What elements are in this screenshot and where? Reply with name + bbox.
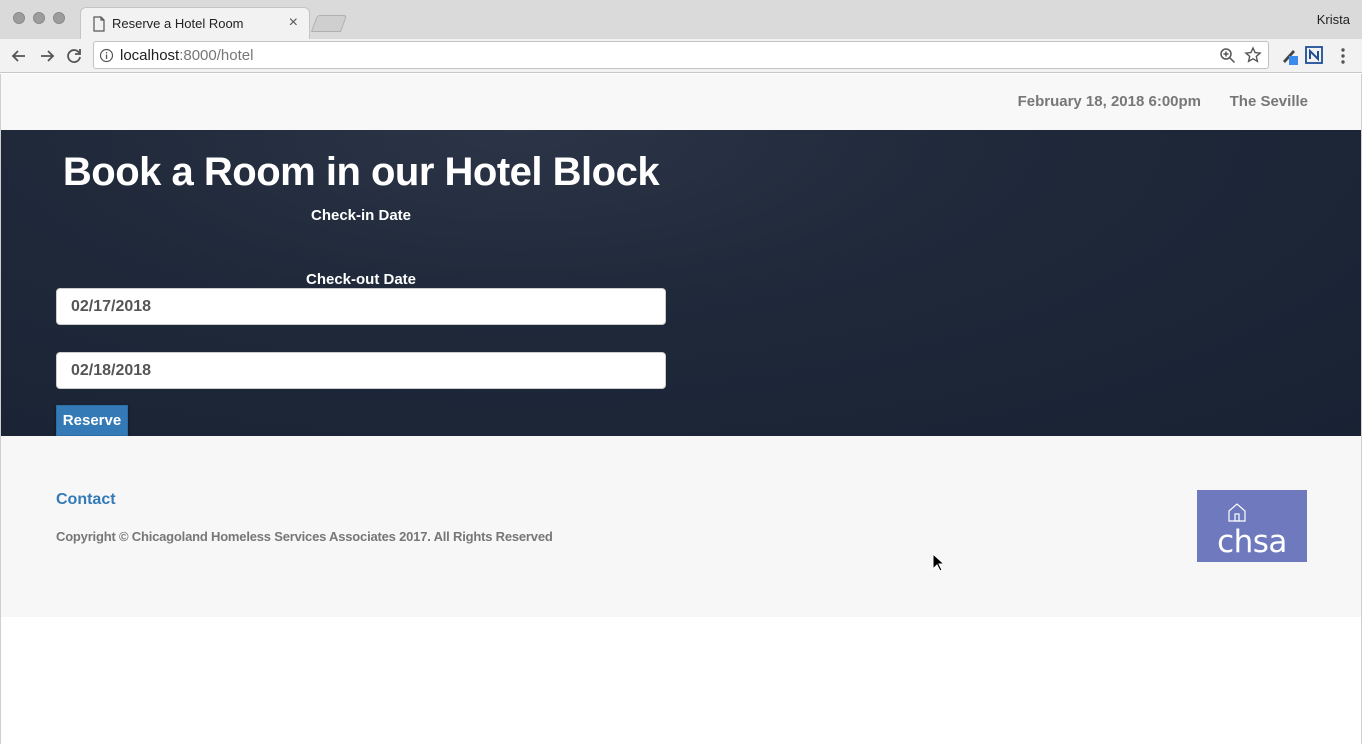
reload-icon[interactable] — [63, 45, 85, 67]
profile-name[interactable]: Krista — [1317, 12, 1350, 27]
extension-n-icon[interactable] — [1305, 46, 1323, 64]
checkin-label: Check-in Date — [310, 207, 412, 224]
maximize-window-button[interactable] — [53, 12, 65, 24]
tab-close-icon[interactable]: × — [289, 14, 298, 32]
browser-tab[interactable]: Reserve a Hotel Room × — [80, 7, 310, 40]
minimize-window-button[interactable] — [33, 12, 45, 24]
url-path: :8000/hotel — [179, 47, 254, 64]
checkin-date-input[interactable] — [56, 288, 666, 325]
copyright-text: Copyright © Chicagoland Homeless Service… — [56, 529, 553, 544]
page-viewport: February 18, 2018 6:00pm The Seville Boo… — [0, 74, 1362, 744]
browser-toolbar: localhost:8000/hotel — [0, 39, 1362, 73]
new-tab-button[interactable] — [310, 15, 348, 32]
url-host: localhost — [120, 47, 180, 64]
event-venue[interactable]: The Seville — [1230, 93, 1308, 110]
house-icon — [1228, 503, 1246, 522]
tab-title: Reserve a Hotel Room — [112, 16, 244, 31]
back-icon[interactable] — [8, 45, 30, 67]
reserve-button[interactable]: Reserve — [56, 405, 128, 436]
event-date[interactable]: February 18, 2018 6:00pm — [1018, 93, 1201, 110]
menu-icon[interactable] — [1335, 46, 1351, 66]
site-footer: Contact Copyright © Chicagoland Homeless… — [1, 436, 1361, 617]
star-icon[interactable] — [1244, 46, 1262, 64]
url-text[interactable]: localhost:8000/hotel — [120, 47, 253, 64]
logo-text: chsa — [1217, 524, 1287, 560]
browser-tab-bar: Reserve a Hotel Room × Krista — [0, 0, 1362, 40]
zoom-icon[interactable] — [1219, 47, 1236, 64]
chsa-logo[interactable]: chsa — [1197, 490, 1307, 562]
mouse-cursor-icon — [932, 553, 944, 572]
page-title: Book a Room in our Hotel Block — [62, 150, 660, 194]
contact-link[interactable]: Contact — [56, 491, 116, 509]
page-icon — [93, 16, 105, 32]
booking-hero: Book a Room in our Hotel Block Check-in … — [1, 130, 1361, 436]
address-bar[interactable]: localhost:8000/hotel — [93, 41, 1269, 69]
extension-pen-icon[interactable] — [1280, 46, 1300, 66]
checkout-label: Check-out Date — [305, 271, 417, 288]
info-icon[interactable] — [99, 48, 114, 63]
site-header: February 18, 2018 6:00pm The Seville — [1, 74, 1361, 130]
forward-icon[interactable] — [36, 45, 58, 67]
close-window-button[interactable] — [13, 12, 25, 24]
checkout-date-input[interactable] — [56, 352, 666, 389]
